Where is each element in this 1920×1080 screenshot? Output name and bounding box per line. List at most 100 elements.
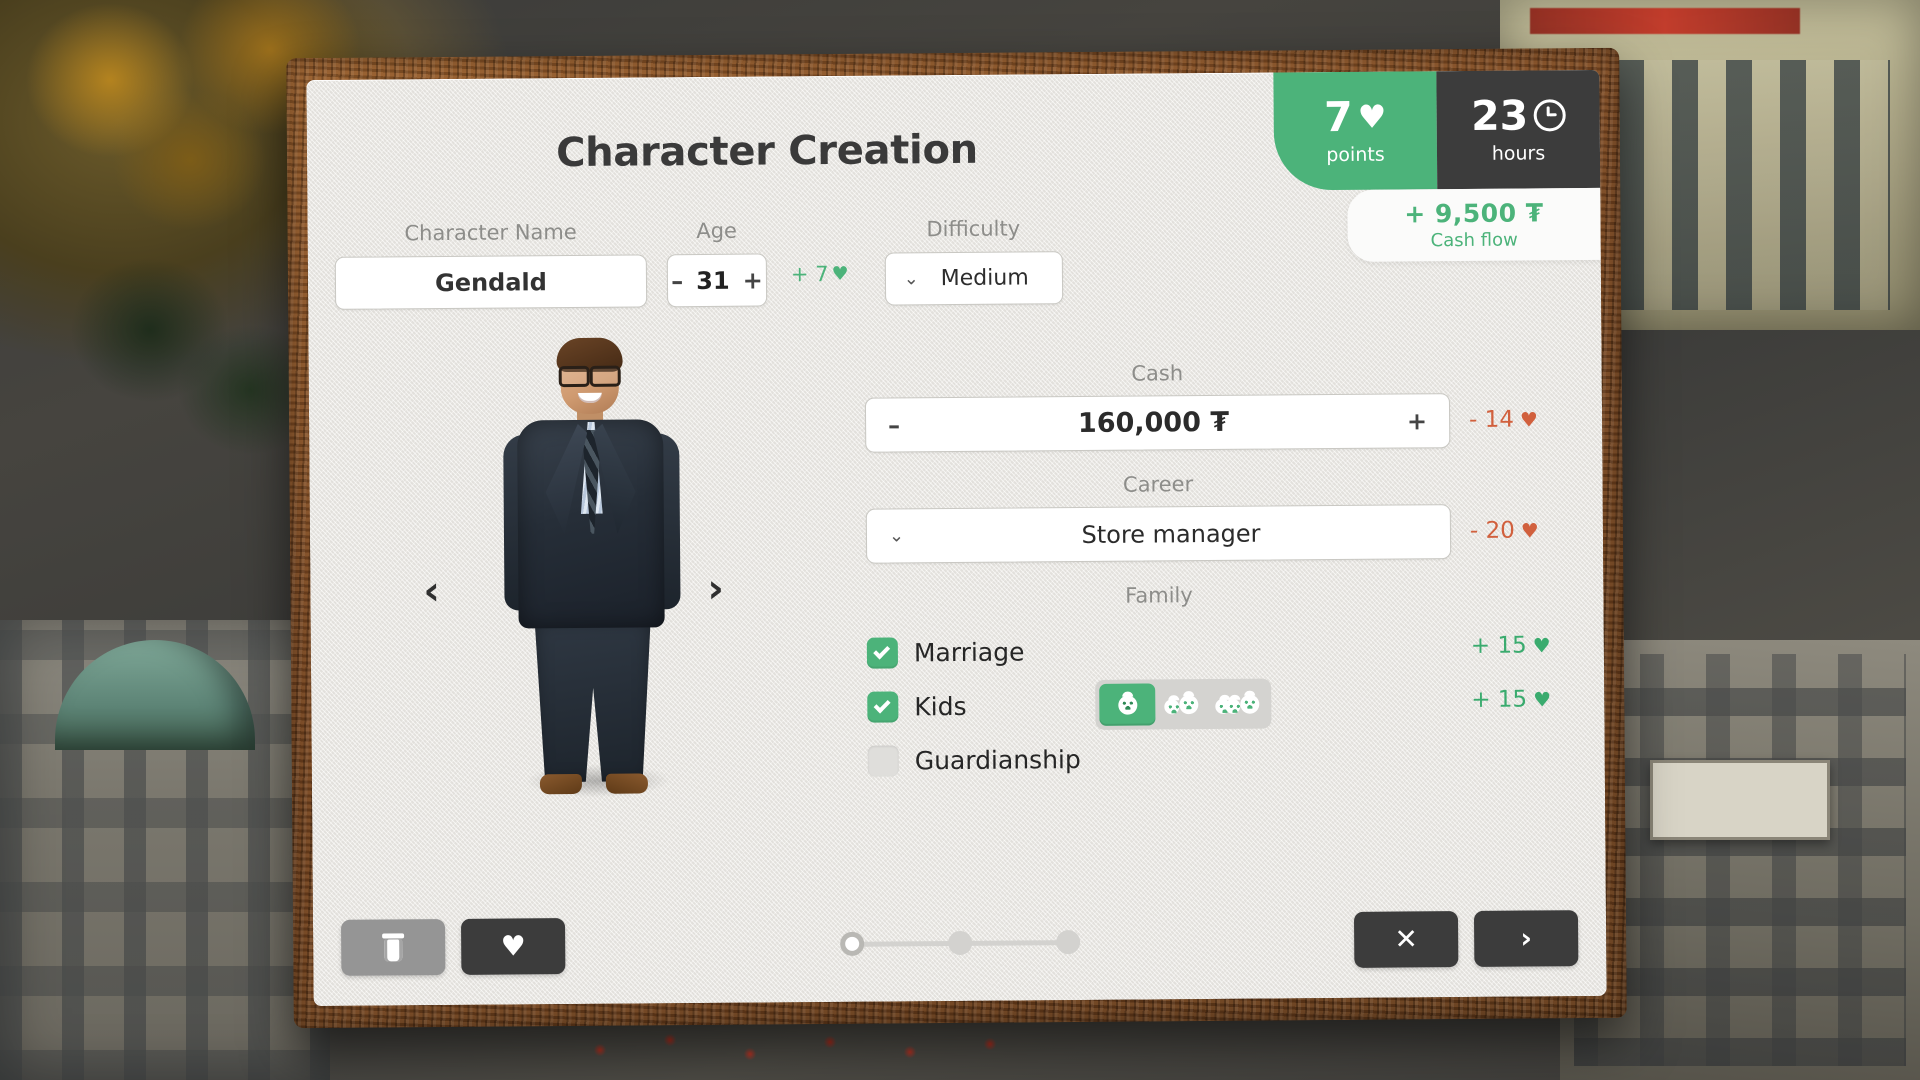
kids-option-1[interactable] bbox=[1099, 683, 1156, 726]
baby-icon bbox=[1163, 698, 1179, 714]
baby-icon bbox=[1178, 694, 1198, 714]
kids-option-3[interactable] bbox=[1211, 683, 1267, 725]
character-name-field: Character Name Gendald bbox=[334, 219, 648, 310]
baby-icon bbox=[1239, 694, 1259, 714]
difficulty-select[interactable]: ⌄ Medium bbox=[884, 251, 1063, 306]
career-modifier: - 20 ♥ bbox=[1470, 517, 1539, 544]
trash-icon bbox=[381, 933, 405, 961]
difficulty-field: Difficulty ⌄ Medium bbox=[884, 216, 1063, 306]
character-name-input[interactable]: Gendald bbox=[334, 254, 648, 310]
step-3[interactable] bbox=[1055, 930, 1080, 955]
marriage-label: Marriage bbox=[913, 636, 1025, 667]
baby-icon bbox=[1117, 695, 1137, 715]
cash-modifier-value: - 14 bbox=[1468, 406, 1515, 433]
marriage-checkbox[interactable] bbox=[866, 636, 899, 669]
next-button[interactable]: › bbox=[1473, 910, 1579, 967]
hud: 7 ♥ points 23 hours bbox=[1273, 69, 1601, 191]
cash-value: 160,000 ₮ bbox=[1077, 406, 1230, 440]
baby-icon bbox=[1224, 698, 1240, 714]
age-increment-button[interactable]: + bbox=[743, 266, 763, 294]
background-red-sign bbox=[1530, 8, 1800, 34]
character-creation-dialog-frame: Character Creation 7 ♥ points 23 hours +… bbox=[286, 47, 1627, 1029]
cash-decrement-button[interactable]: – bbox=[888, 411, 900, 439]
character-name-value: Gendald bbox=[434, 267, 548, 297]
age-bonus-value: + 7 bbox=[790, 261, 829, 287]
character-portrait bbox=[480, 337, 704, 859]
marriage-modifier: + 15 ♥ bbox=[1471, 632, 1551, 659]
delete-button[interactable] bbox=[340, 919, 446, 976]
guardianship-label: Guardianship bbox=[914, 744, 1081, 775]
check-icon bbox=[873, 641, 891, 659]
attributes-column: Cash – 160,000 ₮ + - 14 ♥ Career ⌄ Store… bbox=[864, 359, 1551, 810]
difficulty-label: Difficulty bbox=[926, 216, 1021, 242]
character-next-button[interactable]: › bbox=[707, 566, 724, 612]
character-prev-button[interactable]: ‹ bbox=[423, 568, 440, 614]
background-street-sign bbox=[1650, 760, 1830, 840]
kids-modifier: + 15 ♥ bbox=[1471, 686, 1551, 713]
cash-label: Cash bbox=[1131, 361, 1184, 386]
family-label: Family bbox=[1125, 583, 1193, 608]
step-1[interactable] bbox=[839, 931, 864, 956]
guardianship-checkbox[interactable] bbox=[867, 744, 899, 777]
cancel-button[interactable]: ✕ bbox=[1353, 911, 1459, 968]
cashflow-label: Cash flow bbox=[1430, 229, 1518, 252]
page-title: Character Creation bbox=[555, 126, 979, 177]
heart-icon: ♥ bbox=[1357, 97, 1387, 136]
character-shoe-right bbox=[605, 773, 648, 794]
kids-label: Kids bbox=[914, 691, 967, 721]
kids-checkbox[interactable] bbox=[867, 690, 899, 723]
cashflow-value: + 9,500 ₮ bbox=[1404, 198, 1544, 229]
age-decrement-button[interactable]: – bbox=[671, 267, 683, 295]
family-section: Family Marriage + 15 ♥ Kids + 15 ♥ Guard… bbox=[866, 581, 1551, 788]
clock-icon bbox=[1533, 99, 1566, 132]
wizard-step-indicator[interactable] bbox=[839, 930, 1080, 956]
family-row-guardianship: Guardianship bbox=[867, 729, 1453, 788]
cash-increment-button[interactable]: + bbox=[1407, 407, 1427, 435]
background-flowers bbox=[560, 1020, 1040, 1080]
close-icon: ✕ bbox=[1394, 922, 1419, 956]
age-stepper[interactable]: – 31 + bbox=[666, 253, 768, 308]
baby-icon-group bbox=[1214, 694, 1259, 714]
family-row-marriage: Marriage + 15 ♥ bbox=[866, 621, 1551, 680]
favorite-button[interactable]: ♥ bbox=[460, 918, 566, 975]
kids-count-selector[interactable] bbox=[1095, 678, 1272, 730]
age-field: Age – 31 + bbox=[666, 218, 768, 308]
cash-stepper[interactable]: – 160,000 ₮ + bbox=[864, 393, 1451, 453]
check-icon bbox=[873, 695, 891, 713]
cashflow-badge: + 9,500 ₮ Cash flow bbox=[1347, 187, 1601, 262]
baby-icon-group bbox=[1163, 694, 1198, 714]
footer-toolbar: ♥ ✕ › bbox=[313, 910, 1606, 980]
heart-icon: ♥ bbox=[500, 929, 526, 963]
heart-icon: ♥ bbox=[831, 262, 849, 285]
difficulty-value: Medium bbox=[940, 265, 1029, 292]
hours-label: hours bbox=[1491, 141, 1546, 165]
chevron-down-icon: ⌄ bbox=[903, 268, 919, 290]
character-shoe-left bbox=[539, 773, 582, 795]
heart-icon: ♥ bbox=[1532, 633, 1551, 658]
baby-icon-group bbox=[1117, 695, 1137, 715]
character-creation-panel: Character Creation 7 ♥ points 23 hours +… bbox=[306, 69, 1607, 1007]
top-form-row: Character Name Gendald Age – 31 + + 7 ♥ … bbox=[334, 216, 1063, 310]
career-select[interactable]: ⌄ Store manager bbox=[865, 504, 1452, 564]
age-value: 31 bbox=[696, 266, 730, 295]
marriage-modifier-value: + 15 bbox=[1470, 632, 1527, 659]
chevron-right-icon: › bbox=[1520, 921, 1533, 955]
heart-icon: ♥ bbox=[1533, 687, 1552, 712]
kids-modifier-value: + 15 bbox=[1471, 686, 1528, 713]
kids-option-2[interactable] bbox=[1155, 683, 1211, 725]
heart-icon: ♥ bbox=[1519, 407, 1539, 432]
points-value: 7 bbox=[1323, 92, 1353, 141]
glasses-icon bbox=[557, 366, 623, 383]
career-field: Career ⌄ Store manager - 20 ♥ bbox=[865, 470, 1539, 564]
hours-value: 23 bbox=[1470, 90, 1529, 140]
points-badge: 7 ♥ points bbox=[1273, 71, 1438, 191]
hours-value-row: 23 bbox=[1470, 90, 1566, 140]
age-label: Age bbox=[696, 218, 737, 244]
hours-badge: 23 hours bbox=[1436, 69, 1601, 190]
step-2[interactable] bbox=[947, 930, 972, 956]
career-label: Career bbox=[1122, 472, 1194, 497]
family-row-kids: Kids + 15 ♥ bbox=[867, 675, 1551, 734]
career-value: Store manager bbox=[1081, 519, 1261, 549]
background-dark-tree bbox=[30, 210, 330, 510]
character-shadow bbox=[497, 757, 699, 805]
